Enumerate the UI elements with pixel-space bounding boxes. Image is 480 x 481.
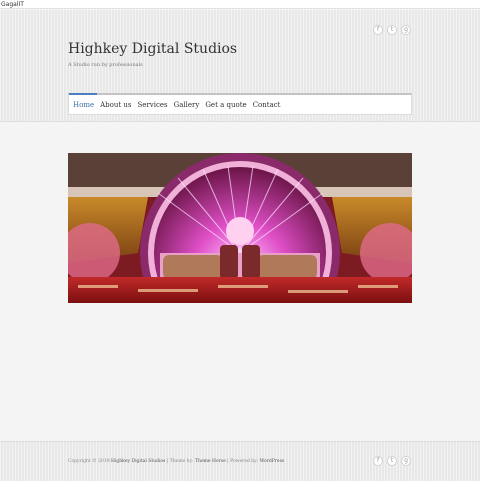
hero-image bbox=[68, 153, 412, 303]
header-social-links: f t g bbox=[373, 25, 411, 35]
top-bar: GagalIT bbox=[0, 0, 480, 9]
twitter-icon[interactable]: t bbox=[387, 25, 397, 35]
powered-link[interactable]: WordPress bbox=[260, 459, 285, 464]
nav-item-get-a-quote[interactable]: Get a quote bbox=[202, 95, 249, 115]
nav-item-home[interactable]: Home bbox=[69, 92, 98, 115]
facebook-icon[interactable]: f bbox=[373, 25, 383, 35]
nav-item-contact[interactable]: Contact bbox=[250, 95, 284, 115]
twitter-icon[interactable]: t bbox=[387, 456, 397, 466]
copyright-text: Copyright © 2019 bbox=[68, 459, 111, 464]
site-footer: Copyright © 2019 Highkey Digital Studios… bbox=[0, 441, 480, 481]
main-navigation: Home About us Services Gallery Get a quo… bbox=[68, 92, 412, 115]
facebook-icon[interactable]: f bbox=[373, 456, 383, 466]
theme-link[interactable]: Theme Horse bbox=[195, 459, 226, 464]
google-plus-icon[interactable]: g bbox=[401, 456, 411, 466]
top-bar-text: GagalIT bbox=[1, 1, 24, 8]
site-title[interactable]: Highkey Digital Studios bbox=[68, 41, 237, 57]
footer-credits: Copyright © 2019 Highkey Digital Studios… bbox=[68, 459, 284, 464]
nav-item-gallery[interactable]: Gallery bbox=[171, 95, 203, 115]
theme-prefix: | Theme by: bbox=[165, 459, 196, 464]
footer-site-link[interactable]: Highkey Digital Studios bbox=[111, 459, 165, 464]
google-plus-icon[interactable]: g bbox=[401, 25, 411, 35]
stage-decoration-photo bbox=[68, 153, 412, 303]
powered-prefix: | Powered by: bbox=[225, 459, 260, 464]
nav-item-about-us[interactable]: About us bbox=[97, 95, 134, 115]
site-header: Highkey Digital Studios A Studio run by … bbox=[0, 10, 480, 122]
site-tagline: A Studio run by professionals bbox=[68, 62, 143, 68]
footer-social-links: f t g bbox=[373, 456, 411, 466]
nav-item-services[interactable]: Services bbox=[135, 95, 171, 115]
